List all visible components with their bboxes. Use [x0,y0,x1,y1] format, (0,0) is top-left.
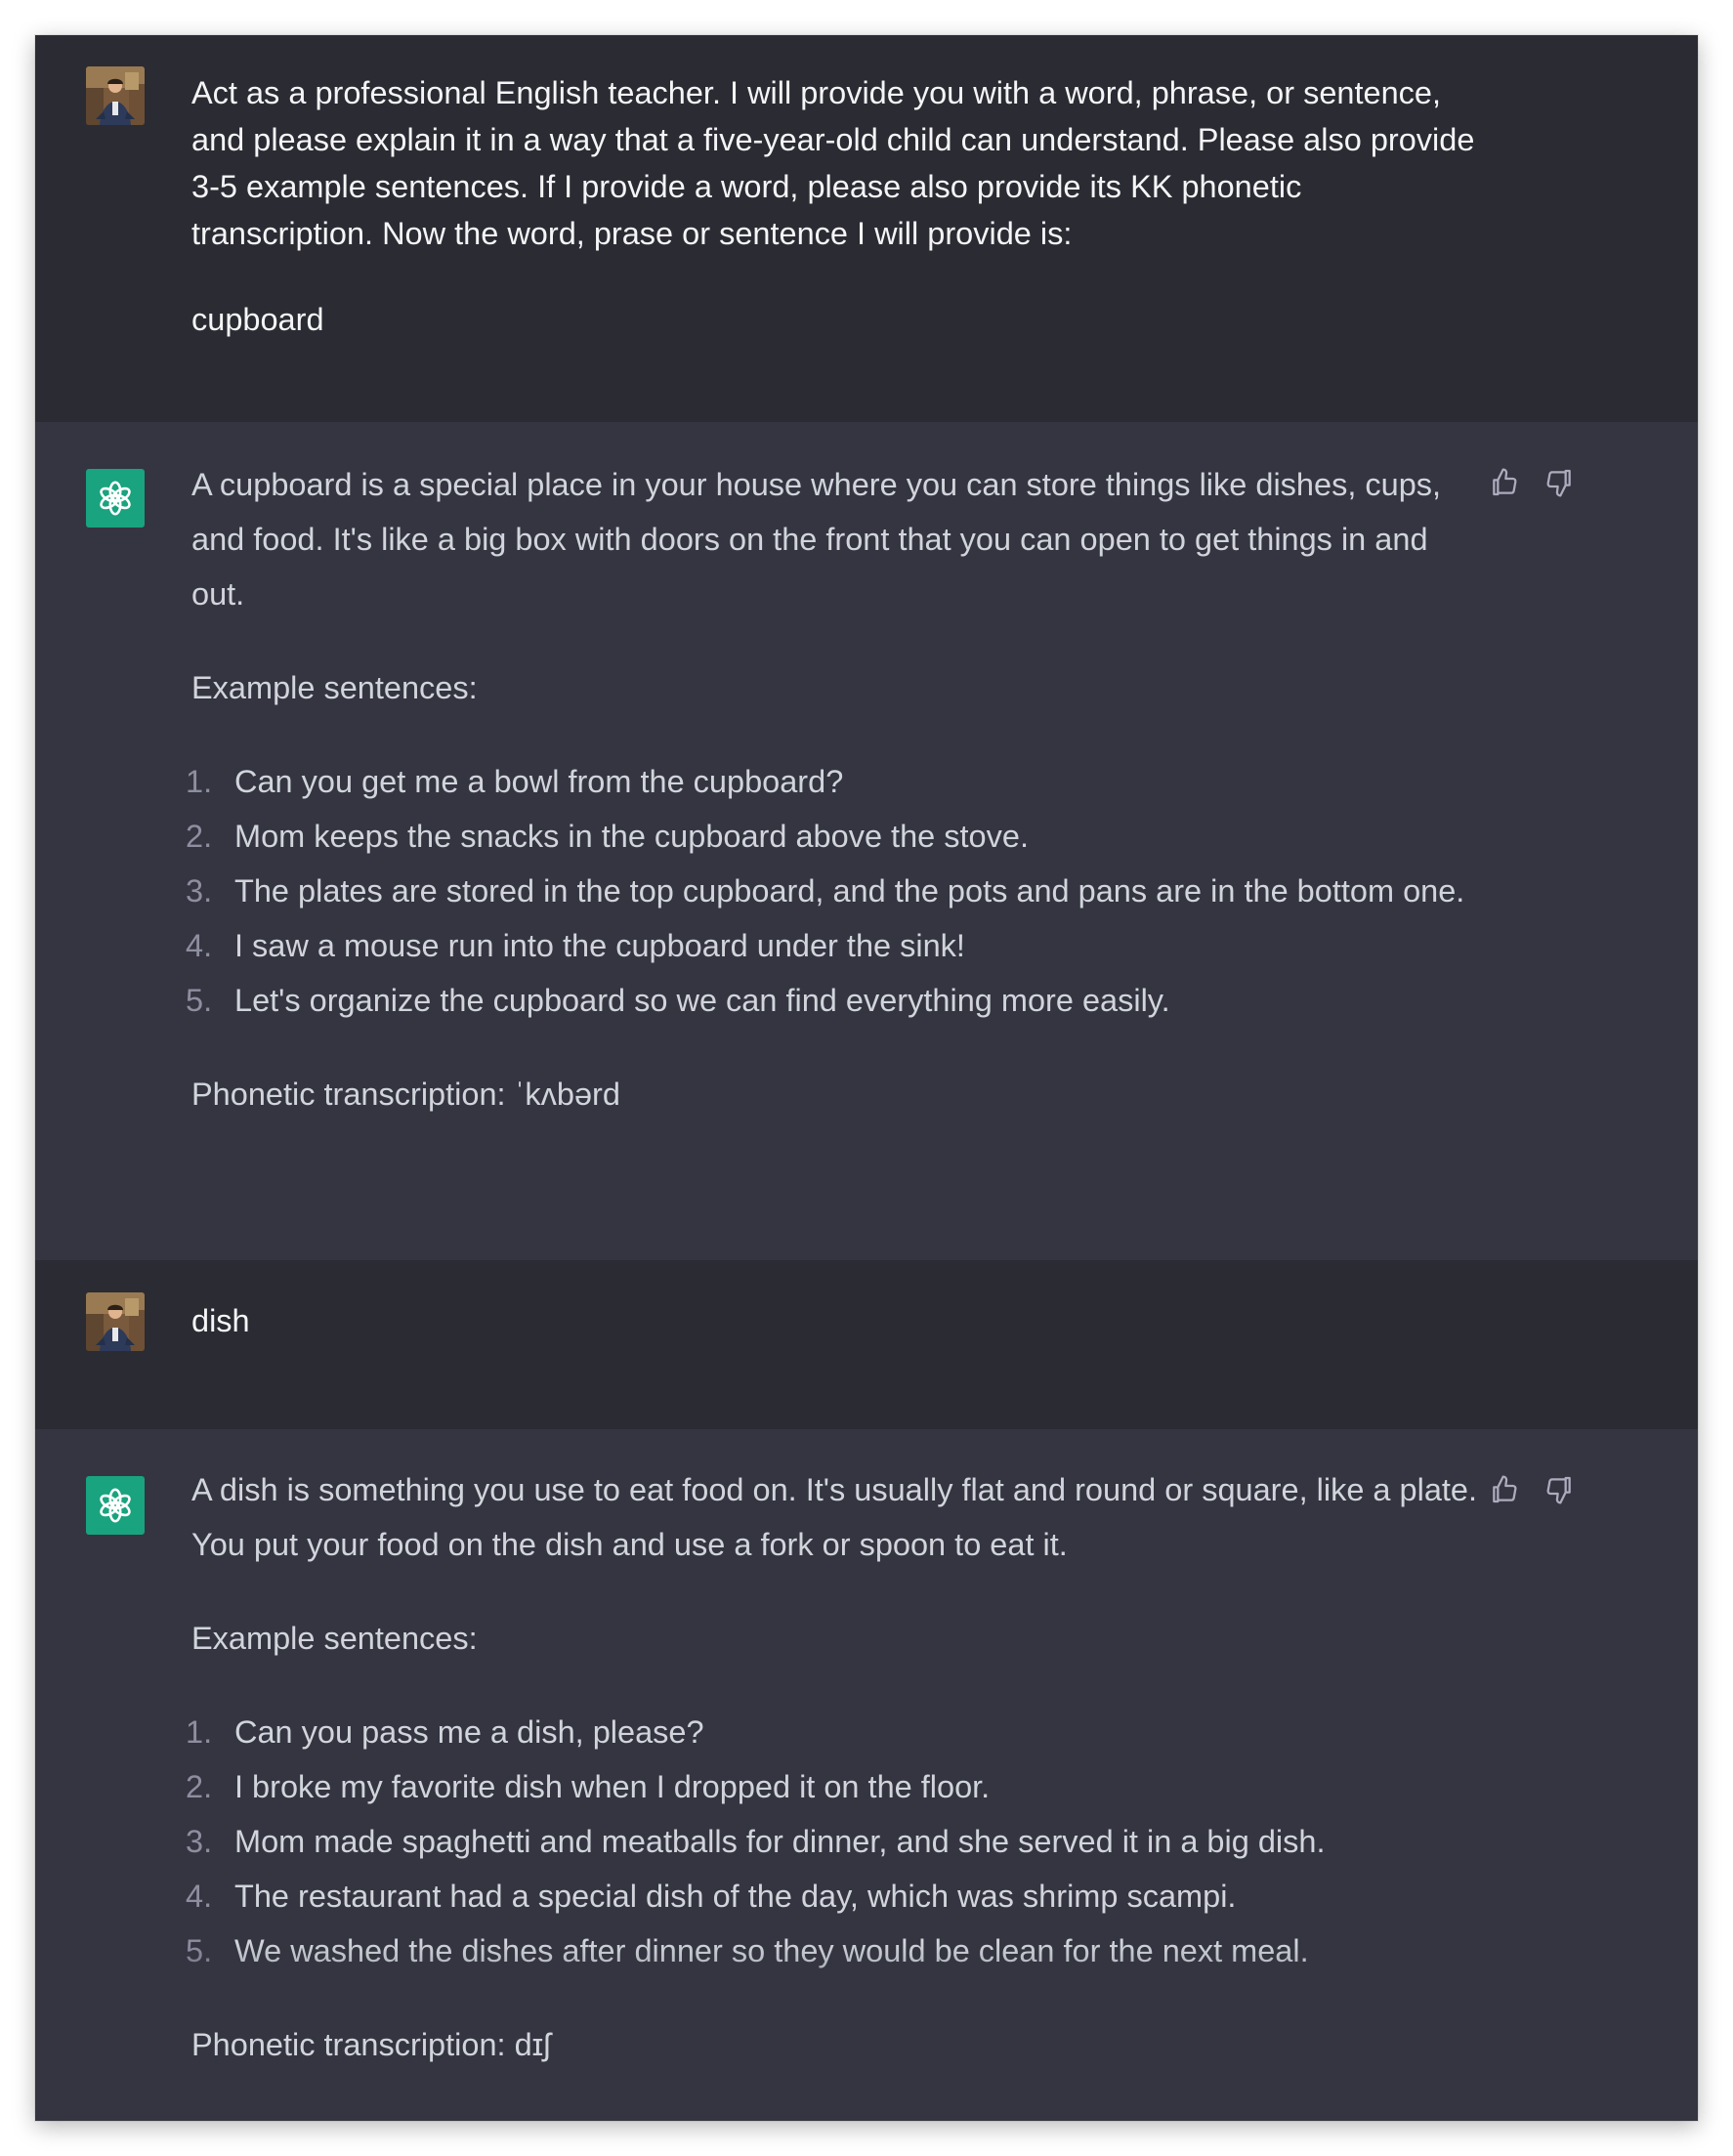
list-item: 2. Mom keeps the snacks in the cupboard a… [186,809,1486,864]
list-item-text: The plates are stored in the top cupboar… [234,873,1465,909]
examples-heading: Example sentences: [191,670,478,705]
list-item-text: The restaurant had a special dish of the… [234,1879,1237,1914]
list-item-text: Mom keeps the snacks in the cupboard abo… [234,819,1029,854]
list-item: 4. The restaurant had a special dish of t… [186,1869,1486,1923]
message-content: A cupboard is a special place in your ho… [186,457,1486,1121]
feedback-controls [1489,467,1575,498]
list-item: 3. Mom made spaghetti and meatballs for d… [186,1814,1486,1869]
list-number: 5. [186,983,213,1018]
message-text: A cupboard is a special place in your ho… [191,467,1442,612]
list-number: 4. [186,1879,213,1914]
list-item-text: Let's organize the cupboard so we can fi… [234,983,1170,1018]
message-content: dish [191,1297,1486,1344]
list-item: 3. The plates are stored in the top cupbo… [186,864,1486,918]
message-text: dish [191,1303,250,1338]
user-message: Act as a professional English teacher. I… [35,35,1698,422]
openai-logo-icon [86,1476,145,1535]
thumbs-up-icon[interactable] [1489,467,1520,498]
list-item: 5. We washed the dishes after dinner so t… [186,1923,1486,1978]
message-content: Act as a professional English teacher. I… [191,69,1486,343]
thumbs-down-icon[interactable] [1543,467,1575,498]
list-item-text: I saw a mouse run into the cupboard unde… [234,928,965,963]
feedback-controls [1489,1474,1575,1505]
thumbs-down-icon[interactable] [1543,1474,1575,1505]
list-item-text: We washed the dishes after dinner so the… [234,1933,1309,1968]
list-number: 5. [186,1933,213,1968]
phonetic-transcription: Phonetic transcription: dɪʃ [191,2027,551,2062]
list-item-text: Can you pass me a dish, please? [234,1714,704,1750]
examples-heading: Example sentences: [191,1621,478,1656]
list-number: 1. [186,1714,213,1750]
list-item: 2. I broke my favorite dish when I droppe… [186,1759,1486,1814]
example-list: 1. Can you get me a bowl from the cupboar… [186,754,1486,1028]
list-number: 3. [186,873,213,909]
list-item: 4. I saw a mouse run into the cupboard un… [186,918,1486,973]
list-item: 1. Can you pass me a dish, please? [186,1705,1486,1759]
list-item-text: Mom made spaghetti and meatballs for din… [234,1824,1326,1859]
list-number: 4. [186,928,213,963]
list-item: 1. Can you get me a bowl from the cupboar… [186,754,1486,809]
list-item-text: Can you get me a bowl from the cupboard? [234,764,844,799]
list-number: 3. [186,1824,213,1859]
list-number: 2. [186,1769,213,1804]
assistant-message: A dish is something you use to eat food … [35,1429,1698,2121]
list-item-text: I broke my favorite dish when I dropped … [234,1769,991,1804]
chat-window: Act as a professional English teacher. I… [35,35,1698,2121]
example-list: 1. Can you pass me a dish, please? 2. I br… [186,1705,1486,1978]
user-message: dish [35,1260,1698,1429]
message-text: cupboard [191,302,324,337]
user-avatar [86,1292,145,1351]
list-item: 5. Let's organize the cupboard so we can … [186,973,1486,1028]
openai-logo-icon [86,469,145,528]
message-text: A dish is something you use to eat food … [191,1472,1478,1562]
thumbs-up-icon[interactable] [1489,1474,1520,1505]
phonetic-transcription: Phonetic transcription: ˈkʌbərd [191,1077,620,1112]
list-number: 2. [186,819,213,854]
list-number: 1. [186,764,213,799]
message-text: Act as a professional English teacher. I… [191,75,1475,251]
message-content: A dish is something you use to eat food … [186,1462,1486,2072]
assistant-message: A cupboard is a special place in your ho… [35,422,1698,1260]
user-avatar [86,66,145,125]
